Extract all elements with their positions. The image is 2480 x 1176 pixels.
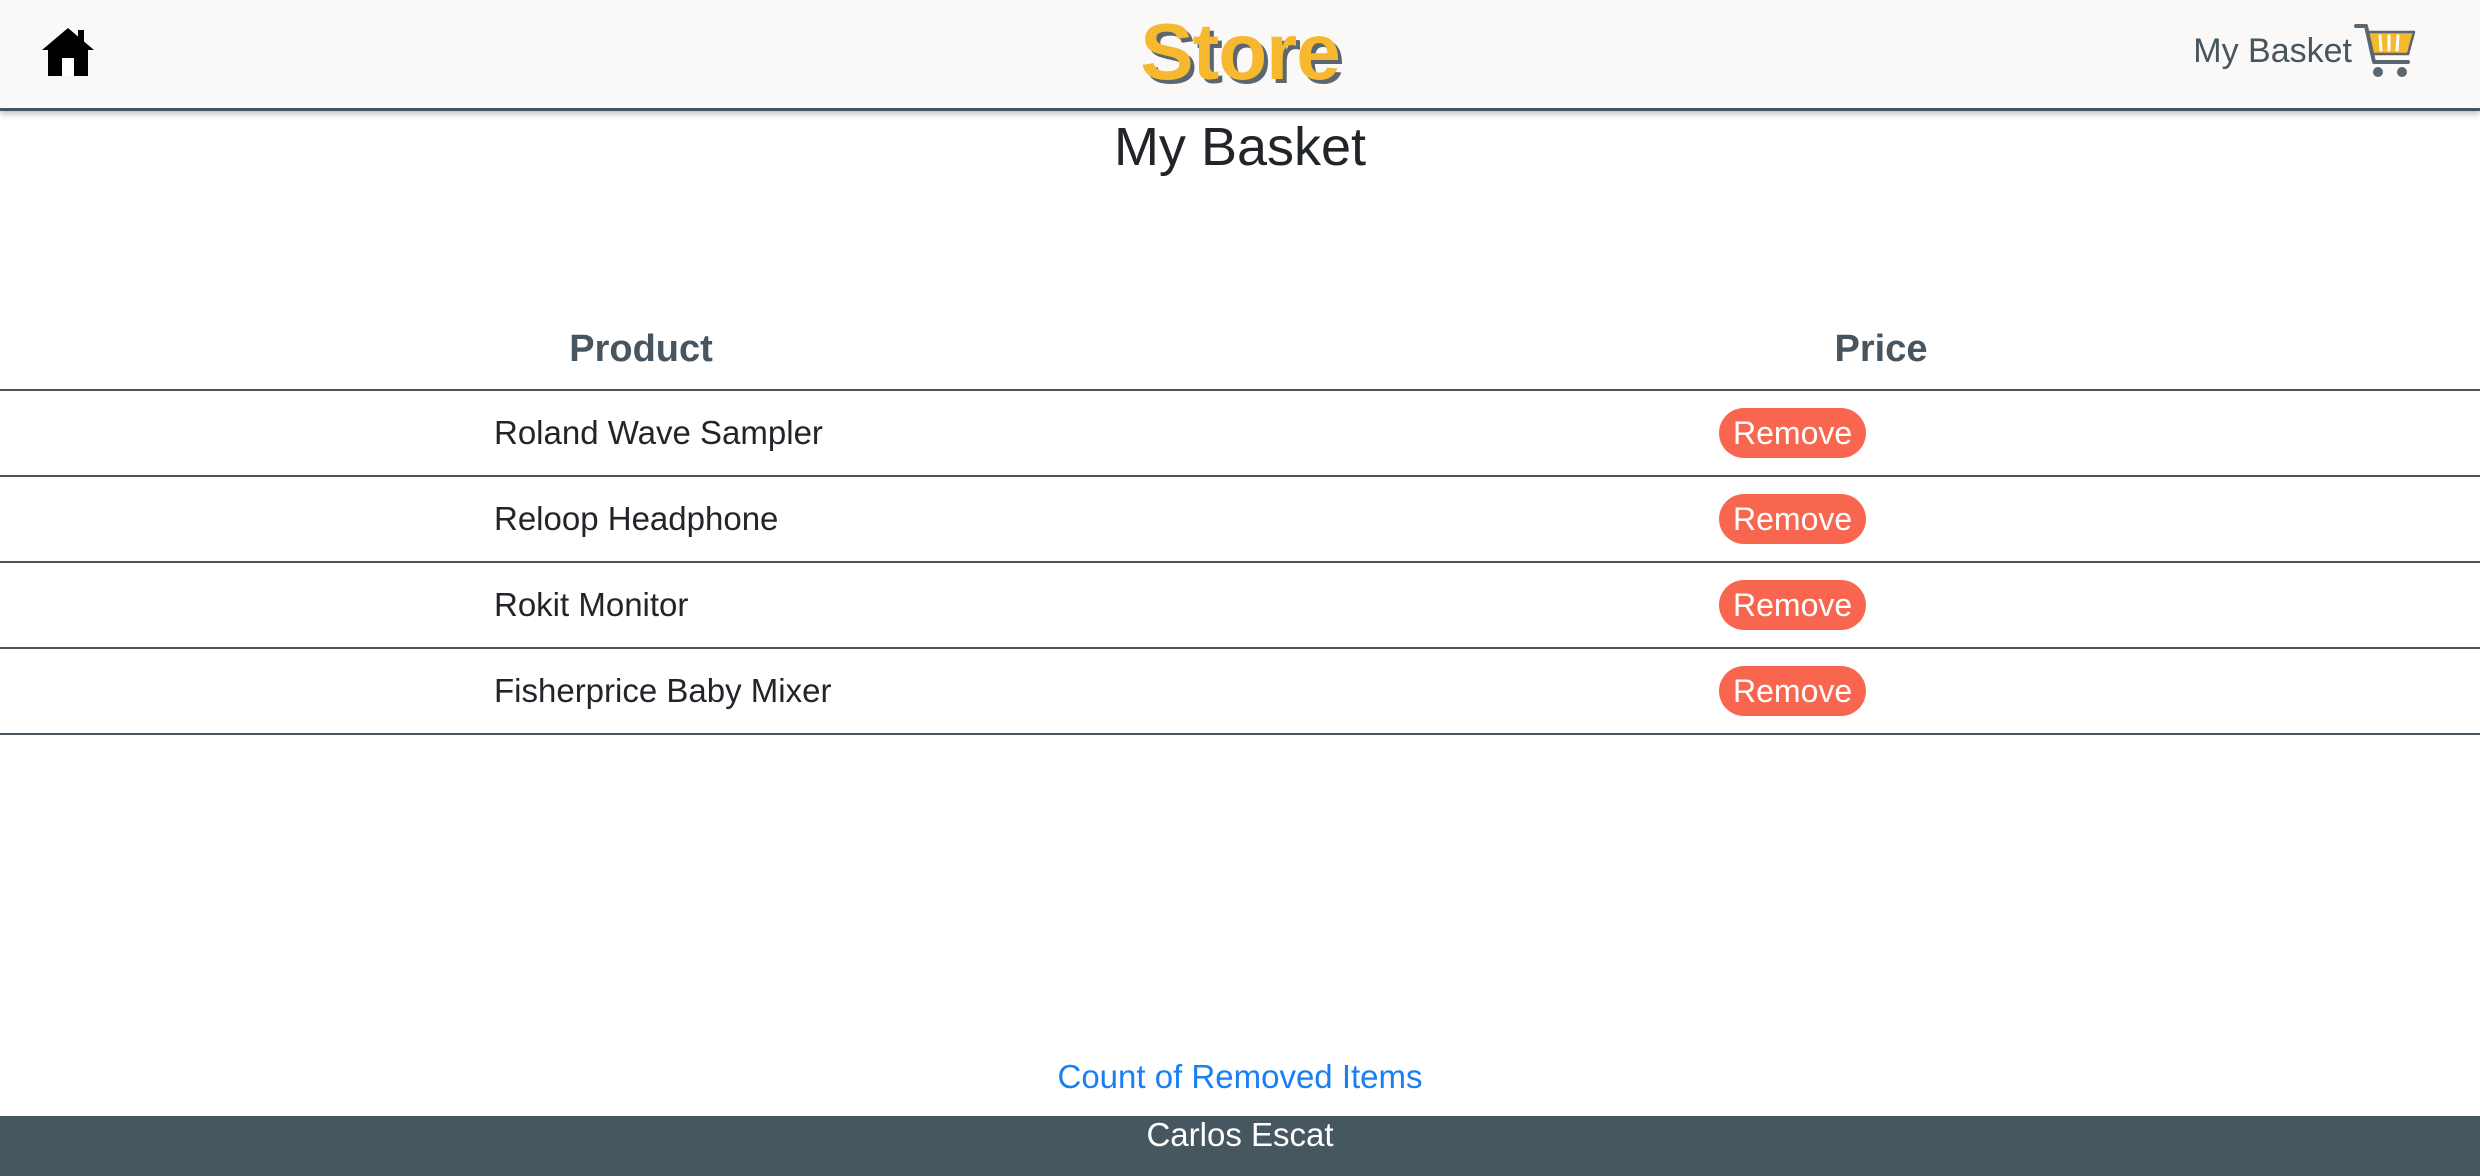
- page-title: My Basket: [1113, 117, 1367, 177]
- navbar: Store My Basket: [0, 0, 2480, 111]
- table-row: Rokit Monitor Remove: [0, 562, 2480, 649]
- table-row: Roland Wave Sampler Remove: [0, 390, 2480, 477]
- footer-author: Carlos Escat: [1146, 1116, 1334, 1153]
- brand-title[interactable]: Store: [1140, 7, 1340, 96]
- my-basket-label: My Basket: [2193, 31, 2352, 70]
- count-removed-items-link[interactable]: Count of Removed Items: [1058, 1058, 1423, 1095]
- basket-table: Product Price Roland Wave Sampler Remove…: [0, 310, 2480, 735]
- product-name: Reloop Headphone: [0, 476, 1282, 563]
- price-column-header: Price: [1282, 310, 2480, 391]
- product-name: Fisherprice Baby Mixer: [0, 648, 1282, 735]
- remove-button[interactable]: Remove: [1719, 580, 1867, 630]
- table-row: Fisherprice Baby Mixer Remove: [0, 648, 2480, 735]
- price-cell: Remove: [1282, 648, 2480, 735]
- page: Store My Basket My Basket Product Price: [0, 0, 2480, 1176]
- remove-button[interactable]: Remove: [1719, 408, 1867, 458]
- product-name: Roland Wave Sampler: [0, 390, 1282, 477]
- price-cell: Remove: [1282, 562, 2480, 649]
- price-cell: Remove: [1282, 390, 2480, 477]
- removed-items-section: Count of Removed Items: [0, 1055, 2480, 1099]
- my-basket-link[interactable]: My Basket: [2193, 18, 2418, 84]
- footer: Carlos Escat: [0, 1116, 2480, 1176]
- remove-button[interactable]: Remove: [1719, 494, 1867, 544]
- remove-button[interactable]: Remove: [1719, 666, 1867, 716]
- product-name: Rokit Monitor: [0, 562, 1282, 649]
- table-header-row: Product Price: [0, 310, 2480, 391]
- price-cell: Remove: [1282, 476, 2480, 563]
- brand-logo: Store: [0, 2, 2480, 102]
- product-column-header: Product: [0, 310, 1282, 391]
- table-row: Reloop Headphone Remove: [0, 476, 2480, 563]
- shopping-cart-icon: [2354, 24, 2416, 77]
